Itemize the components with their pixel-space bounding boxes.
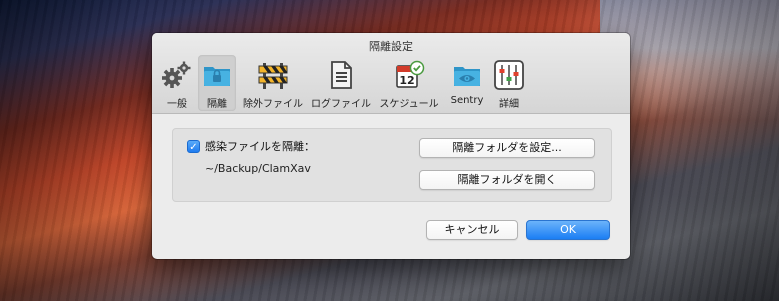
quarantine-infected-checkbox[interactable]: ✓ bbox=[187, 139, 200, 153]
tab-advanced[interactable]: 詳細 bbox=[490, 55, 528, 111]
open-quarantine-folder-button[interactable]: 隔離フォルダを開く bbox=[419, 170, 595, 190]
quarantine-infected-row: ✓ 感染ファイルを隔離： bbox=[187, 138, 315, 154]
eye-folder-icon bbox=[454, 67, 480, 86]
calendar-check-icon: 12 bbox=[396, 60, 425, 88]
tab-exclusions-label: 除外ファイル bbox=[243, 99, 303, 110]
svg-text:12: 12 bbox=[399, 74, 414, 87]
tab-general-label: 一般 bbox=[167, 99, 187, 110]
document-icon bbox=[331, 61, 352, 89]
sliders-icon bbox=[494, 60, 524, 90]
tab-schedule[interactable]: 12 スケジュール bbox=[376, 55, 442, 111]
tab-general[interactable]: 一般 bbox=[158, 55, 196, 111]
tab-advanced-label: 詳細 bbox=[499, 99, 519, 110]
ok-button[interactable]: OK bbox=[526, 220, 610, 240]
window-title: 隔離設定 bbox=[369, 40, 413, 53]
gears-icon bbox=[162, 61, 191, 88]
tab-sentry-label: Sentry bbox=[450, 95, 484, 106]
preferences-window: 隔離設定 一般 隔離 除外ファイル ログファイル 12 スケジュール Sentr… bbox=[152, 33, 630, 259]
tab-log-files[interactable]: ログファイル bbox=[308, 55, 374, 111]
set-quarantine-folder-button[interactable]: 隔離フォルダを設定... bbox=[419, 138, 595, 158]
cancel-button[interactable]: キャンセル bbox=[426, 220, 518, 240]
tab-schedule-label: スケジュール bbox=[379, 99, 439, 110]
tab-sentry[interactable]: Sentry bbox=[446, 55, 488, 111]
tab-quarantine-label: 隔離 bbox=[207, 99, 227, 110]
tab-exclusions[interactable]: 除外ファイル bbox=[240, 55, 306, 111]
quarantine-settings-group: ✓ 感染ファイルを隔離： ~/Backup/ClamXav 隔離フォルダを設定.… bbox=[172, 128, 612, 202]
barrier-icon bbox=[258, 63, 288, 89]
locked-folder-icon bbox=[204, 67, 230, 86]
quarantine-infected-label: 感染ファイルを隔離： bbox=[205, 140, 315, 153]
tab-log-files-label: ログファイル bbox=[311, 99, 371, 110]
tab-quarantine[interactable]: 隔離 bbox=[198, 55, 236, 111]
quarantine-folder-path: ~/Backup/ClamXav bbox=[205, 162, 311, 175]
window-titlebar: 隔離設定 一般 隔離 除外ファイル ログファイル 12 スケジュール Sentr… bbox=[152, 33, 630, 114]
